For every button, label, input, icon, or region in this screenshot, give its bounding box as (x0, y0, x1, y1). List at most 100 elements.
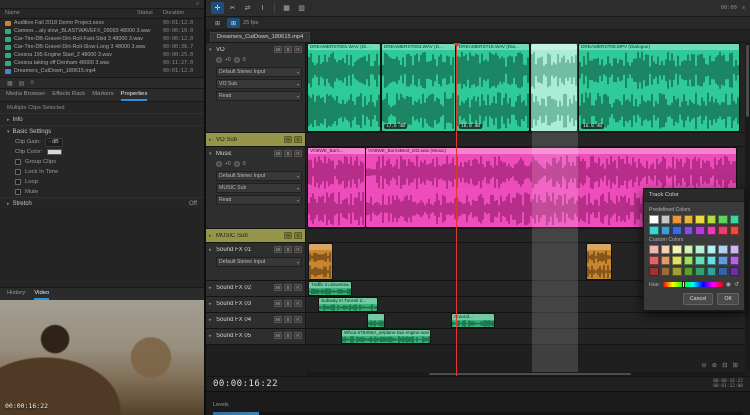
solo-button[interactable]: S (284, 316, 292, 323)
color-swatch[interactable] (684, 226, 694, 235)
session-file-tab[interactable]: Dreamers_CutDown_180615.mp4 (210, 32, 310, 42)
chevron-right-icon[interactable]: ▸ (209, 233, 214, 239)
track-name[interactable]: VO Sub (216, 137, 282, 143)
color-swatch[interactable] (649, 267, 659, 276)
arm-button[interactable]: R (294, 246, 302, 253)
loop-checkbox[interactable] (15, 179, 21, 185)
razor-tool-icon[interactable]: ✂ (226, 2, 239, 14)
pan-knob[interactable] (234, 161, 240, 167)
color-swatch[interactable] (649, 256, 659, 265)
file-row[interactable]: Car-Tire-DB-Gravel-Dirt-Roll-Fast-Skid 3… (0, 35, 204, 43)
audio-clip[interactable]: DREAMERST08.MPV (Dialogue) 16.0 dB (579, 44, 739, 131)
input-select[interactable]: Default Stereo Input ▾ (216, 67, 302, 77)
color-swatch[interactable] (695, 215, 705, 224)
file-row[interactable]: Cessna taking off Denham 48000 3.wav 00:… (0, 59, 204, 67)
solo-button[interactable]: S (284, 46, 292, 53)
basic-settings-section-header[interactable]: ▾ Basic Settings (0, 125, 204, 137)
file-row[interactable]: Car-Tire-DB-Gravel-Dirt-Roll-Slow-Long 3… (0, 43, 204, 51)
color-swatch[interactable] (695, 256, 705, 265)
track-name[interactable]: Sound FX 03 (216, 301, 272, 307)
zoom-in-horizontal-icon[interactable]: ⊞ (733, 361, 738, 369)
file-row[interactable]: Cessna 195 Engine Start_2 48000 3.wav 00… (0, 51, 204, 59)
color-swatch[interactable] (730, 245, 740, 254)
ok-button[interactable]: OK (717, 293, 739, 305)
color-swatch[interactable] (707, 215, 717, 224)
grid-view-icon[interactable]: ▦ (7, 80, 13, 87)
color-swatch[interactable] (661, 245, 671, 254)
tab-media-browser[interactable]: Media Browser (6, 91, 45, 101)
chevron-right-icon[interactable]: ▸ (209, 247, 214, 253)
color-swatch[interactable] (730, 256, 740, 265)
color-swatch[interactable] (707, 226, 717, 235)
color-swatch[interactable] (718, 256, 728, 265)
audio-clip-selected[interactable] (531, 44, 577, 131)
chevron-right-icon[interactable]: ▸ (209, 301, 214, 307)
tab-history[interactable]: History (7, 290, 25, 300)
color-swatch[interactable] (672, 256, 682, 265)
color-swatch[interactable] (707, 256, 717, 265)
track-name[interactable]: VO (216, 47, 272, 53)
sfx-clip[interactable] (587, 244, 611, 279)
automation-mode-select[interactable]: Read ▾ (216, 91, 302, 101)
music-clip[interactable]: VO8WE_Burn... (308, 148, 365, 227)
file-row[interactable]: Camera ...aly slow_BLASTWAVEFX_09093 480… (0, 27, 204, 35)
zoom-in-icon[interactable]: ⊕ (712, 361, 717, 369)
color-swatch[interactable] (684, 245, 694, 254)
arm-button[interactable]: R (294, 150, 302, 157)
sfx-clip[interactable]: Around... (452, 314, 494, 327)
zoom-out-icon[interactable]: ⊖ (701, 361, 706, 369)
audio-clip[interactable]: DREAMERST003.WAV (D... 17.6 dB (382, 44, 455, 131)
tab-properties[interactable]: Properties (121, 91, 148, 101)
clip-gain-input[interactable]: - dB (45, 138, 63, 147)
slip-tool-icon[interactable]: ⇄ (241, 2, 254, 14)
scrollbar-thumb[interactable] (429, 373, 631, 375)
color-swatch[interactable] (649, 215, 659, 224)
solo-button[interactable]: S (284, 246, 292, 253)
sfx-clip[interactable]: Traffic in downtow... (309, 282, 351, 295)
color-swatch[interactable] (695, 267, 705, 276)
audio-clip[interactable]: DREAMERST001.WAV (Di... (308, 44, 380, 131)
solo-button[interactable]: S (284, 284, 292, 291)
color-swatch[interactable] (672, 215, 682, 224)
column-status[interactable]: Status (137, 10, 163, 16)
track-name[interactable]: Sound FX 02 (216, 285, 272, 291)
color-swatch[interactable] (718, 245, 728, 254)
hue-slider-thumb[interactable] (682, 281, 685, 288)
arm-button[interactable]: R (294, 316, 302, 323)
move-tool-icon[interactable]: ✛ (211, 2, 224, 14)
track-name[interactable]: Sound FX 05 (216, 333, 272, 339)
solo-button[interactable]: S (294, 136, 302, 143)
mute-button[interactable]: M (274, 300, 282, 307)
color-swatch[interactable] (684, 215, 694, 224)
volume-knob[interactable] (216, 161, 222, 167)
chevron-right-icon[interactable]: ▸ (209, 317, 214, 323)
arm-button[interactable]: R (294, 46, 302, 53)
color-swatch[interactable] (661, 267, 671, 276)
color-swatch[interactable] (730, 215, 740, 224)
panel-menu-icon[interactable]: ≡ (196, 1, 199, 7)
input-select[interactable]: Default Stereo Input ▾ (216, 171, 302, 181)
grid-view-icon[interactable]: ▦ (280, 2, 293, 14)
horizontal-scrollbar[interactable] (306, 372, 745, 376)
color-swatch[interactable] (730, 267, 740, 276)
color-swatch[interactable] (661, 256, 671, 265)
panel-menu-icon[interactable]: ≡ (30, 80, 34, 86)
mixer-view-icon[interactable]: ▥ (295, 2, 308, 14)
info-section-header[interactable]: ▸ Info (0, 113, 204, 125)
playhead-handle[interactable] (453, 43, 461, 51)
color-swatch[interactable] (695, 226, 705, 235)
column-name[interactable]: Name (5, 10, 137, 16)
mute-button[interactable]: M (284, 136, 292, 143)
color-swatch[interactable] (718, 267, 728, 276)
color-swatch[interactable] (672, 267, 682, 276)
sfx-clip[interactable] (309, 244, 332, 279)
mute-button[interactable]: M (274, 284, 282, 291)
sfx-clip[interactable] (368, 314, 384, 327)
color-swatch[interactable] (661, 215, 671, 224)
track-lane[interactable]: Around... (306, 313, 750, 328)
arm-button[interactable]: R (294, 332, 302, 339)
track-name[interactable]: Music (216, 151, 272, 157)
snap-toggle-icon[interactable]: ⊞ (227, 18, 240, 28)
list-view-icon[interactable]: ▤ (19, 80, 25, 87)
track-name[interactable]: MUSIC Sub (216, 233, 282, 239)
